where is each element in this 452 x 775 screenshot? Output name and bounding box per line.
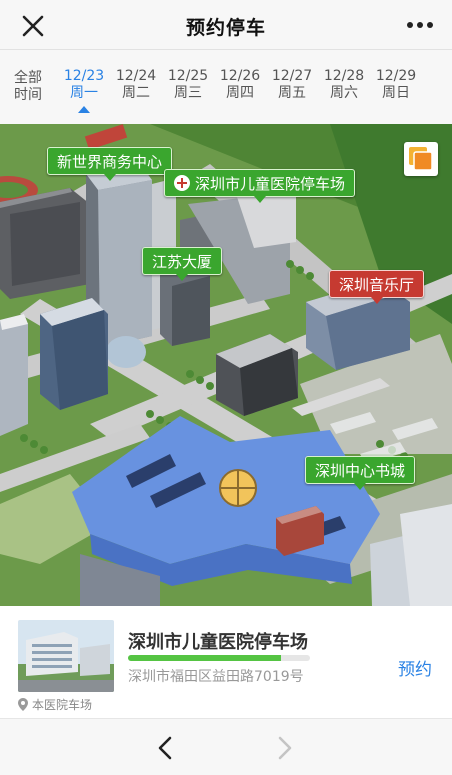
weekday-label: 周四	[226, 85, 254, 101]
label-pointer-icon	[370, 297, 383, 304]
date-option-1223[interactable]: 12/23 周一	[58, 68, 110, 113]
weekday-label: 周日	[382, 85, 410, 101]
date-label: 12/23	[63, 68, 105, 84]
more-icon[interactable]	[406, 13, 434, 37]
label-pointer-icon	[176, 274, 188, 281]
map-label-text: 深圳市儿童医院停车场	[195, 175, 346, 193]
label-pointer-icon	[253, 196, 266, 203]
availability-bar-fill	[128, 655, 281, 661]
weekday-label: 周六	[330, 85, 358, 101]
date-label: 12/27	[271, 68, 313, 84]
map-label-xinshijie[interactable]: 新世界商务中心	[47, 147, 173, 181]
location-pin-icon	[18, 698, 28, 711]
map-label-text: 深圳音乐厅	[339, 276, 415, 294]
date-label: 12/28	[323, 68, 365, 84]
selected-caret-icon	[78, 106, 90, 113]
date-option-1224[interactable]: 12/24 周二	[110, 68, 162, 102]
date-option-1226[interactable]: 12/26 周四	[214, 68, 266, 102]
parking-lot-photo	[18, 620, 114, 692]
hospital-lot-tag-text: 本医院车场	[32, 698, 93, 712]
weekday-label: 周五	[278, 85, 306, 101]
map-label-text: 江苏大厦	[152, 253, 213, 271]
hospital-lot-tag: 本医院车场	[18, 696, 92, 713]
label-pointer-icon	[354, 483, 366, 490]
parking-lot-address: 深圳市福田区益田路7019号	[128, 669, 304, 685]
date-all-line1: 全部	[14, 70, 42, 86]
map-label-book-city[interactable]: 深圳中心书城	[305, 456, 416, 490]
hospital-cross-icon	[174, 175, 190, 191]
weekday-label: 周一	[70, 85, 98, 101]
date-option-1228[interactable]: 12/28 周六	[318, 68, 370, 102]
date-option-1227[interactable]: 12/27 周五	[266, 68, 318, 102]
map-label-music-hall[interactable]: 深圳音乐厅	[329, 270, 425, 304]
date-label: 12/26	[219, 68, 261, 84]
date-option-1225[interactable]: 12/25 周三	[162, 68, 214, 102]
date-option-1229[interactable]: 12/29 周日	[370, 68, 422, 102]
chevron-right-icon[interactable]	[272, 735, 296, 761]
parking-lot-name: 深圳市儿童医院停车场	[128, 632, 308, 653]
map-label-hospital-parking[interactable]: 深圳市儿童医院停车场	[164, 169, 356, 203]
reserve-button[interactable]: 预约	[398, 655, 432, 680]
date-selector: 全部 时间 12/23 周一 12/24 周二 12/25 周三 12/26 周…	[0, 50, 452, 124]
map-label-text: 新世界商务中心	[57, 153, 163, 171]
date-label: 12/24	[115, 68, 157, 84]
browser-navigation-bar	[0, 718, 452, 775]
date-option-all[interactable]: 全部 时间	[4, 70, 52, 104]
layers-icon	[409, 147, 433, 171]
chevron-left-icon[interactable]	[154, 735, 178, 761]
weekday-label: 周二	[122, 85, 150, 101]
title-bar: 预约停车	[0, 0, 452, 50]
date-label: 12/25	[167, 68, 209, 84]
date-all-line2: 时间	[14, 87, 42, 103]
layers-button[interactable]	[404, 142, 438, 176]
map-label-text: 深圳中心书城	[315, 462, 406, 480]
weekday-label: 周三	[174, 85, 202, 101]
map-view[interactable]: 新世界商务中心 深圳市儿童医院停车场 江苏大厦 深圳音乐厅 深圳中心书城	[0, 124, 452, 606]
map-label-jiangsu[interactable]: 江苏大厦	[142, 247, 223, 281]
page-title: 预约停车	[185, 17, 266, 39]
date-label: 12/29	[375, 68, 417, 84]
availability-bar	[128, 655, 310, 661]
parking-lot-card[interactable]: 深圳市儿童医院停车场 深圳市福田区益田路7019号 预约 本医院车场	[0, 606, 452, 718]
label-pointer-icon	[103, 174, 116, 181]
